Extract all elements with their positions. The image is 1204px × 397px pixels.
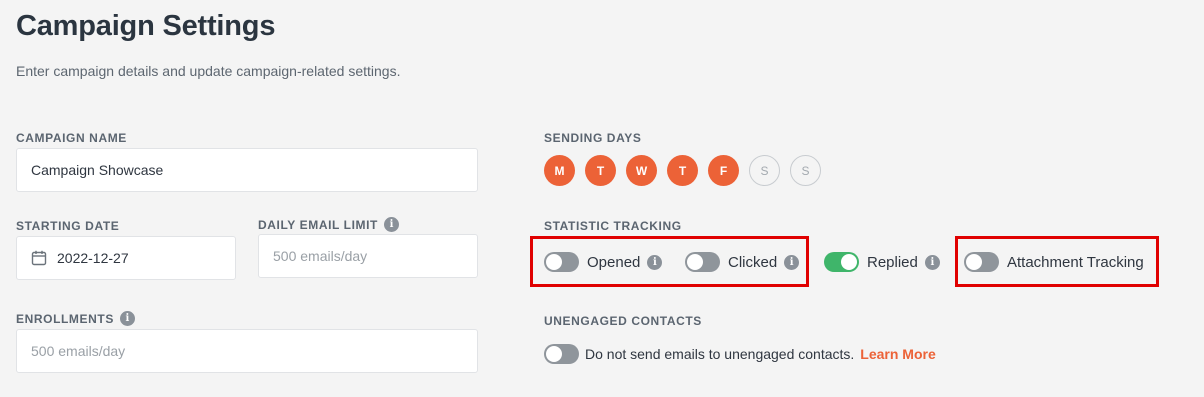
starting-date-label: STARTING DATE xyxy=(16,219,119,233)
enrollments-placeholder: 500 emails/day xyxy=(31,343,126,359)
sending-days-label-text: SENDING DAYS xyxy=(544,131,642,145)
day-saturday[interactable]: S xyxy=(749,155,780,186)
day-thursday[interactable]: T xyxy=(667,155,698,186)
opened-tracking: Opened i xyxy=(544,252,663,272)
replied-tracking: Replied i xyxy=(824,252,940,272)
opened-label: Opened xyxy=(587,253,641,271)
enrollments-input[interactable]: 500 emails/day xyxy=(16,329,478,373)
daily-email-limit-label-text: DAILY EMAIL LIMIT xyxy=(258,217,378,232)
attachment-tracking-label: Attachment Tracking xyxy=(1007,253,1144,271)
enrollments-label-text: ENROLLMENTS xyxy=(16,311,114,326)
info-icon[interactable]: i xyxy=(384,217,399,232)
replied-toggle[interactable] xyxy=(824,252,859,272)
campaign-name-label: CAMPAIGN NAME xyxy=(16,131,127,145)
enrollments-label: ENROLLMENTS i xyxy=(16,311,135,326)
unengaged-contacts-row: Do not send emails to unengaged contacts… xyxy=(544,344,936,364)
page-subtitle: Enter campaign details and update campai… xyxy=(16,63,401,79)
statistic-tracking-label: STATISTIC TRACKING xyxy=(544,219,682,233)
starting-date-label-text: STARTING DATE xyxy=(16,219,120,233)
info-icon[interactable]: i xyxy=(924,254,940,270)
daily-email-limit-input[interactable]: 500 emails/day xyxy=(258,234,478,278)
unengaged-contacts-text: Do not send emails to unengaged contacts… xyxy=(585,346,855,362)
campaign-name-field[interactable]: Campaign Showcase xyxy=(16,148,478,192)
day-wednesday[interactable]: W xyxy=(626,155,657,186)
campaign-name-label-text: CAMPAIGN NAME xyxy=(16,131,127,145)
daily-email-limit-placeholder: 500 emails/day xyxy=(273,248,368,264)
opened-toggle[interactable] xyxy=(544,252,579,272)
clicked-toggle[interactable] xyxy=(685,252,720,272)
sending-days-label: SENDING DAYS xyxy=(544,131,641,145)
learn-more-link[interactable]: Learn More xyxy=(860,346,935,362)
sending-days-selector: M T W T F S S xyxy=(544,155,821,186)
unengaged-contacts-toggle[interactable] xyxy=(544,344,579,364)
info-icon[interactable]: i xyxy=(784,254,800,270)
unengaged-contacts-label-text: UNENGAGED CONTACTS xyxy=(544,314,702,328)
attachment-tracking: Attachment Tracking xyxy=(964,252,1144,272)
replied-label: Replied xyxy=(867,253,918,271)
calendar-icon xyxy=(31,250,47,266)
day-sunday[interactable]: S xyxy=(790,155,821,186)
statistic-tracking-label-text: STATISTIC TRACKING xyxy=(544,219,682,233)
info-icon[interactable]: i xyxy=(647,254,663,270)
attachment-tracking-toggle[interactable] xyxy=(964,252,999,272)
day-tuesday[interactable]: T xyxy=(585,155,616,186)
page-title: Campaign Settings xyxy=(16,10,276,42)
clicked-label: Clicked xyxy=(728,253,778,271)
unengaged-contacts-label: UNENGAGED CONTACTS xyxy=(544,314,702,328)
info-icon[interactable]: i xyxy=(119,311,135,326)
starting-date-value: 2022-12-27 xyxy=(57,250,129,266)
starting-date-field[interactable]: 2022-12-27 xyxy=(16,236,236,280)
day-monday[interactable]: M xyxy=(544,155,575,186)
day-friday[interactable]: F xyxy=(708,155,739,186)
clicked-tracking: Clicked i xyxy=(685,252,800,272)
campaign-name-value: Campaign Showcase xyxy=(31,162,164,178)
daily-email-limit-label: DAILY EMAIL LIMIT i xyxy=(258,217,399,232)
